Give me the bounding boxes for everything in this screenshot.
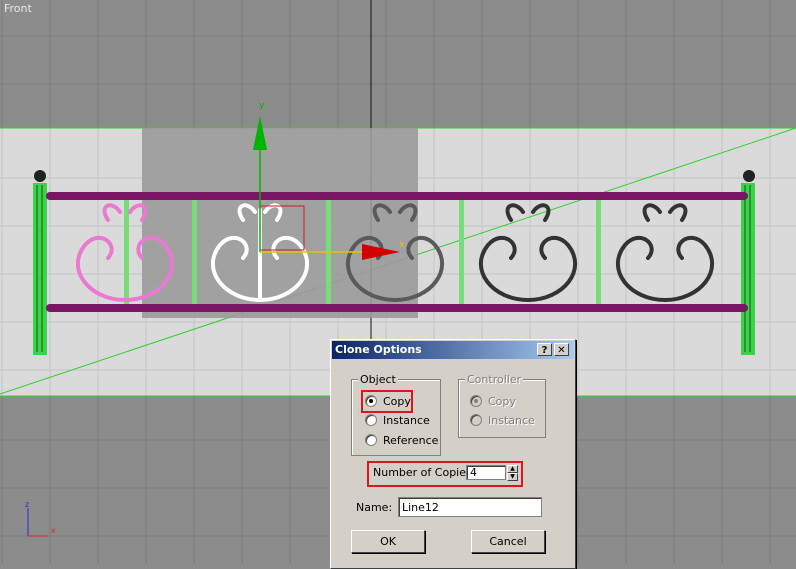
viewport-label[interactable]: Front xyxy=(4,2,32,15)
copies-spin-up[interactable]: ▲ xyxy=(507,465,518,473)
gizmo-z-label: z xyxy=(25,500,29,509)
object-group-label: Object xyxy=(358,373,398,386)
copies-label: Number of Copies: xyxy=(373,466,476,479)
name-label: Name: xyxy=(356,501,393,514)
top-rail xyxy=(46,192,748,200)
close-button[interactable]: ✕ xyxy=(554,343,569,356)
controller-instance-label: Instance xyxy=(488,413,535,427)
copies-spin-down[interactable]: ▼ xyxy=(507,473,518,481)
controller-option-copy: Copy xyxy=(470,393,516,409)
radio-instance[interactable] xyxy=(365,414,377,426)
cancel-button[interactable]: Cancel xyxy=(471,530,545,553)
object-option-copy[interactable]: Copy xyxy=(365,393,411,409)
object-reference-label: Reference xyxy=(383,433,439,447)
controller-group-label: Controller xyxy=(465,373,524,386)
bottom-rail xyxy=(46,304,748,312)
radio-reference[interactable] xyxy=(365,434,377,446)
controller-option-instance: Instance xyxy=(470,412,535,428)
selection-region xyxy=(142,128,418,318)
dialog-title: Clone Options xyxy=(335,343,422,356)
dialog-titlebar[interactable]: Clone Options ? ✕ xyxy=(332,341,574,359)
left-post xyxy=(33,170,47,355)
gizmo-x-label: x xyxy=(51,526,56,535)
controller-radio-instance xyxy=(470,414,482,426)
y-axis-label: y xyxy=(259,101,265,111)
object-instance-label: Instance xyxy=(383,413,430,427)
copies-input[interactable] xyxy=(466,465,506,480)
clone-options-dialog: Clone Options ? ✕ Object Copy Instance R… xyxy=(330,339,576,569)
help-button[interactable]: ? xyxy=(537,343,552,356)
x-axis-label: x xyxy=(399,240,405,250)
controller-radio-copy xyxy=(470,395,482,407)
ok-button[interactable]: OK xyxy=(351,530,425,553)
object-option-instance[interactable]: Instance xyxy=(365,412,430,428)
name-input[interactable] xyxy=(398,497,542,517)
object-option-reference[interactable]: Reference xyxy=(365,432,438,448)
controller-copy-label: Copy xyxy=(488,394,516,408)
radio-copy[interactable] xyxy=(365,395,377,407)
object-copy-label: Copy xyxy=(383,394,411,408)
